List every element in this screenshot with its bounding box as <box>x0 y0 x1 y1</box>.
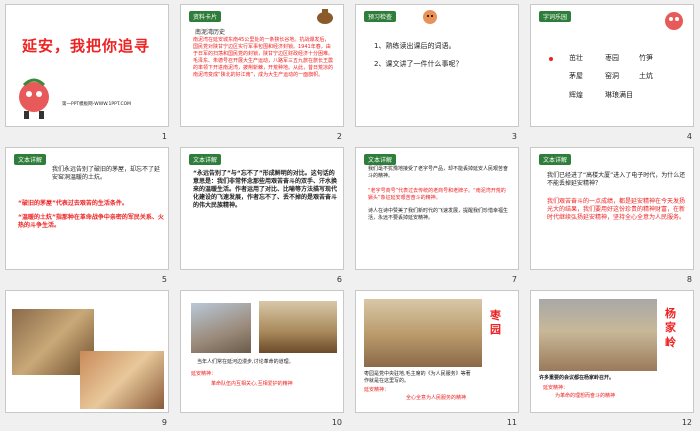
slide-body: “永远告别了”与“忘不了”形成鲜明的对比。这句话的意思是：我们非常怀念那些用艰苦… <box>193 170 338 210</box>
slide-thumb-4[interactable]: 字词乐园 茁壮 枣园 竹笋 茅屋 窑洞 土炕 辉煌 琳琅满目 4 <box>525 0 700 143</box>
slide-thumb-9[interactable]: 9 <box>0 286 175 429</box>
slide-label: 延安精神： <box>543 385 569 391</box>
slide-line: “破旧的茅屋”代表过去艰苦的生活条件。 <box>18 200 128 207</box>
slide-footer: 第一PPT模板网-WWW.1PPT.COM <box>62 102 132 107</box>
slide-number: 6 <box>336 275 342 284</box>
slide-thumb-8[interactable]: 文本详解 我们已经进了“高楼大厦”进入了电子时代，为什么还不能丢掉延安精神？ 我… <box>525 143 700 286</box>
landscape-photo <box>191 303 251 353</box>
slide-6[interactable]: 文本详解 “永远告别了”与“忘不了”形成鲜明的对比。这句话的意思是：我们非常怀念… <box>180 147 344 270</box>
slide-tag: 预习检查 <box>364 11 397 22</box>
slide-caption: 许多重要的会议都在杨家岭召开。 <box>539 375 615 381</box>
slide-number: 10 <box>331 418 342 427</box>
slide-thumb-7[interactable]: 文本详解 我们毫不犹豫地接受了老字号产品，却不能丢掉延安人民艰苦奋斗的精神。 “… <box>350 143 525 286</box>
slide-number: 11 <box>506 418 517 427</box>
word-item: 琳琅满目 <box>605 91 633 99</box>
slide-tag: 资料卡片 <box>189 11 222 22</box>
slide-thumb-1[interactable]: 延安，我把你追寻 第一PPT模板网-WWW.1PPT.COM 1 <box>0 0 175 143</box>
historical-photo <box>80 351 164 409</box>
slide-7[interactable]: 文本详解 我们毫不犹豫地接受了老字号产品，却不能丢掉延安人民艰苦奋斗的精神。 “… <box>355 147 519 270</box>
cartoon-face-icon <box>423 10 437 24</box>
slide-caption: 枣园是党中央驻地,毛主席的《为人民服务》等著作就是在这里写的。 <box>364 371 471 384</box>
word-item: 茁壮 <box>569 54 583 62</box>
cartoon-character-icon <box>19 78 49 119</box>
slide-number: 5 <box>161 275 167 284</box>
cave-dwelling-photo <box>364 299 482 367</box>
word-item: 辉煌 <box>569 91 583 99</box>
slide-1[interactable]: 延安，我把你追寻 第一PPT模板网-WWW.1PPT.COM <box>5 4 169 127</box>
slide-tag: 文本详解 <box>539 154 572 165</box>
slide-5[interactable]: 文本详解 我们永远告别了破旧的茅屋，却忘不了延安窑洞温暖的土炕。 “破旧的茅屋”… <box>5 147 169 270</box>
slide-tag: 文本详解 <box>14 154 47 165</box>
slide-lead: 我们毫不犹豫地接受了老字号产品，却不能丢掉延安人民艰苦奋斗的精神。 <box>368 166 509 179</box>
slide-number: 1 <box>161 132 167 141</box>
slide-number: 9 <box>161 418 167 427</box>
slide-12[interactable]: 杨家岭 许多重要的会议都在杨家岭召开。 延安精神： 为革命的理想而奋斗的精神 <box>530 290 694 413</box>
slide-8[interactable]: 文本详解 我们已经进了“高楼大厦”进入了电子时代，为什么还不能丢掉延安精神？ 我… <box>530 147 694 270</box>
slide-subtext: 为革命的理想而奋斗的精神 <box>555 393 616 399</box>
slide-thumb-6[interactable]: 文本详解 “永远告别了”与“忘不了”形成鲜明的对比。这句话的意思是：我们非常怀念… <box>175 143 350 286</box>
word-item: 窑洞 <box>605 72 619 80</box>
slide-2[interactable]: 资料卡片 南泥湾历史 南泥湾在延安城东南45公里处的一条狭长谷地。抗战爆发后，国… <box>180 4 344 127</box>
slide-caption: 当年人们常在延河边漫步,讨论革命的道理。 <box>197 359 294 365</box>
slide-thumb-12[interactable]: 杨家岭 许多重要的会议都在杨家岭召开。 延安精神： 为革命的理想而奋斗的精神 1… <box>525 286 700 429</box>
slide-side-title: 杨家岭 <box>665 307 676 349</box>
word-item: 土炕 <box>639 72 653 80</box>
slide-answer: 我们艰苦奋斗的一点成绩，都是延安精神在今天发扬光大的结果，我们要用好这份珍贵的精… <box>547 198 686 222</box>
slide-red-text: “老字号商号”代表过去传统的老商号和老牌子。“南泥湾开荒的镢头”象征延安艰苦奋斗… <box>368 188 506 201</box>
cartoon-character-icon <box>665 12 683 30</box>
slide-sorter-grid: 延安，我把你追寻 第一PPT模板网-WWW.1PPT.COM 1 资料卡片 南泥… <box>0 0 700 431</box>
slide-thumb-3[interactable]: 预习检查 1、熟练读出课后的词语。 2、课文讲了一件什么事呢？ 3 <box>350 0 525 143</box>
slide-body: 南泥湾在延安城东南45公里处的一条狭长谷地。抗战爆发后，国民党对陕甘宁边区实行军… <box>193 37 334 78</box>
slide-lead: 我们永远告别了破旧的茅屋，却忘不了延安窑洞温暖的土炕。 <box>52 166 161 182</box>
money-bag-icon <box>317 9 333 24</box>
slide-3[interactable]: 预习检查 1、熟练读出课后的词语。 2、课文讲了一件什么事呢？ <box>355 4 519 127</box>
slide-10[interactable]: 当年人们常在延河边漫步,讨论革命的道理。 延安精神： 革命队伍内互相关心,互相爱… <box>180 290 344 413</box>
slide-thumb-11[interactable]: 枣园 枣园是党中央驻地,毛主席的《为人民服务》等著作就是在这里写的。 延安精神：… <box>350 286 525 429</box>
slide-more: 诗人在诗中赞美了我们新时代的飞速发展，提醒我们珍惜幸福生活，永远不要丢掉延安精神… <box>368 208 509 221</box>
slide-4[interactable]: 字词乐园 茁壮 枣园 竹笋 茅屋 窑洞 土炕 辉煌 琳琅满目 <box>530 4 694 127</box>
bullet-icon <box>549 57 553 61</box>
slide-thumb-5[interactable]: 文本详解 我们永远告别了破旧的茅屋，却忘不了延安窑洞温暖的土炕。 “破旧的茅屋”… <box>0 143 175 286</box>
slide-tag: 文本详解 <box>364 154 397 165</box>
slide-title: 延安，我把你追寻 <box>22 37 151 55</box>
slide-number: 2 <box>336 132 342 141</box>
slide-number: 3 <box>511 132 517 141</box>
slide-thumb-2[interactable]: 资料卡片 南泥湾历史 南泥湾在延安城东南45公里处的一条狭长谷地。抗战爆发后，国… <box>175 0 350 143</box>
slide-11[interactable]: 枣园 枣园是党中央驻地,毛主席的《为人民服务》等著作就是在这里写的。 延安精神：… <box>355 290 519 413</box>
slide-label: 延安精神： <box>364 387 390 393</box>
word-item: 茅屋 <box>569 72 583 80</box>
slide-tag: 字词乐园 <box>539 11 572 22</box>
slide-subtext: 革命队伍内互相关心,互相爱护的精神 <box>211 381 293 387</box>
slide-subtext: 全心全意为人民服务的精神 <box>406 395 467 401</box>
word-item: 竹笋 <box>639 54 653 62</box>
slide-side-title: 枣园 <box>490 309 501 337</box>
pagoda-photo <box>259 301 337 353</box>
list-item: 2、课文讲了一件什么事呢？ <box>374 60 463 68</box>
slide-thumb-10[interactable]: 当年人们常在延河边漫步,讨论革命的道理。 延安精神： 革命队伍内互相关心,互相爱… <box>175 286 350 429</box>
slide-number: 8 <box>686 275 692 284</box>
slide-9[interactable] <box>5 290 169 413</box>
slide-heading: 南泥湾历史 <box>195 29 226 36</box>
word-item: 枣园 <box>605 54 619 62</box>
slide-number: 12 <box>681 418 692 427</box>
slide-tag: 文本详解 <box>189 154 222 165</box>
slide-number: 7 <box>511 275 517 284</box>
slide-question: 我们已经进了“高楼大厦”进入了电子时代，为什么还不能丢掉延安精神？ <box>547 172 686 188</box>
slide-label: 延安精神： <box>191 371 217 377</box>
slide-line: “温暖的土炕”指那种在革命战争中亲密的军民关系、火热的斗争生活。 <box>18 214 164 230</box>
yangjialing-photo <box>539 299 657 371</box>
list-item: 1、熟练读出课后的词语。 <box>374 42 456 50</box>
slide-number: 4 <box>686 132 692 141</box>
